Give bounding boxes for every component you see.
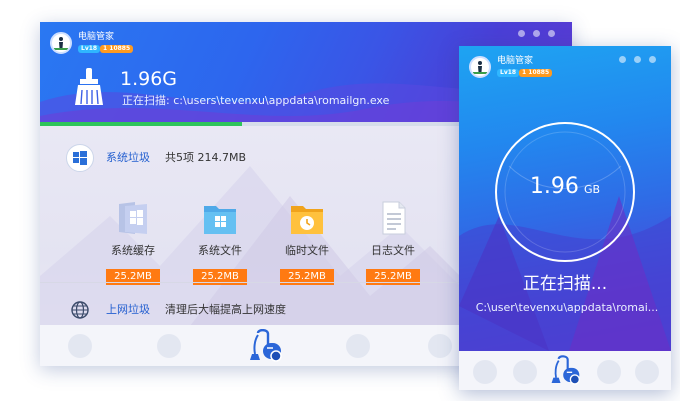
broom-icon [75, 68, 103, 105]
footer-tool-button[interactable] [597, 360, 621, 384]
window-controls [619, 56, 656, 63]
footer-tool-button[interactable] [428, 334, 452, 358]
item-label: 临时文件 [285, 244, 329, 257]
minimize-button[interactable] [533, 30, 540, 37]
vip-badge: 1 10885 [100, 45, 134, 53]
scan-size-readout: 1.96 GB [495, 174, 635, 200]
mini-window: 电脑管家 Lv18 1 10885 1.96 GB 正在扫描... C:\use… [459, 46, 671, 390]
junk-size: 1.96G [120, 68, 178, 90]
window-controls [518, 30, 555, 37]
scan-path: C:\user\tevenxu\appdata\romai... [475, 301, 659, 314]
windows-folder-icon [119, 202, 147, 234]
item-temp-files[interactable]: 临时文件 25.2MB [272, 200, 342, 285]
mini-scan-panel: 电脑管家 Lv18 1 10885 1.96 GB 正在扫描... C:\use… [459, 46, 671, 351]
user-avatar[interactable] [469, 56, 491, 78]
scan-status: 正在扫描: c:\users\tevenxu\appdata\romailgn.… [122, 94, 389, 108]
golfer-icon [473, 61, 487, 74]
vacuum-cleaner-icon[interactable] [548, 355, 582, 386]
globe-icon [71, 301, 89, 319]
scan-size-number: 1.96 [529, 174, 579, 199]
scan-label: 正在扫描: [122, 94, 170, 107]
footer-tool-button[interactable] [473, 360, 497, 384]
item-label: 系统缓存 [111, 244, 155, 257]
mini-footer [459, 351, 671, 390]
close-button[interactable] [649, 56, 656, 63]
footer-tool-button[interactable] [68, 334, 92, 358]
scan-status: 正在扫描... [522, 274, 608, 294]
scan-path: c:\users\tevenxu\appdata\romailgn.exe [173, 94, 390, 107]
footer-tool-button[interactable] [157, 334, 181, 358]
menu-button[interactable] [619, 56, 626, 63]
vip-badge: 1 10885 [519, 69, 553, 77]
windows-folder-icon [204, 206, 236, 234]
minimize-button[interactable] [634, 56, 641, 63]
menu-button[interactable] [518, 30, 525, 37]
item-label: 系统文件 [198, 244, 242, 257]
vacuum-cleaner-icon[interactable] [246, 329, 284, 363]
app-title: 电脑管家 [78, 32, 115, 42]
item-label: 日志文件 [371, 244, 415, 257]
web-junk-title[interactable]: 上网垃圾 [106, 303, 150, 317]
item-system-cache[interactable]: 系统缓存 25.2MB [98, 200, 168, 285]
system-junk-title[interactable]: 系统垃圾 [106, 151, 150, 165]
document-icon [382, 201, 406, 235]
item-log-files[interactable]: 日志文件 25.2MB [358, 200, 428, 285]
footer-tool-button[interactable] [346, 334, 370, 358]
app-title: 电脑管家 [497, 56, 534, 66]
windows-logo-icon [73, 151, 87, 165]
system-junk-summary: 共5项 214.7MB [165, 151, 247, 164]
user-avatar[interactable] [50, 32, 72, 54]
screenshot-stage: 电脑管家 Lv18 1 10885 1.96G 正在扫描: c:\users\t… [0, 0, 680, 401]
clock-folder-icon [291, 206, 323, 234]
level-badge: Lv18 [78, 45, 101, 53]
golfer-icon [54, 37, 68, 50]
system-junk-icon [66, 144, 94, 172]
item-system-files[interactable]: 系统文件 25.2MB [185, 200, 255, 285]
level-badge: Lv18 [497, 69, 520, 77]
footer-tool-button[interactable] [635, 360, 659, 384]
scan-size-unit: GB [584, 183, 601, 196]
close-button[interactable] [548, 30, 555, 37]
footer-tool-button[interactable] [513, 360, 537, 384]
web-junk-desc: 清理后大幅提高上网速度 [165, 303, 286, 316]
